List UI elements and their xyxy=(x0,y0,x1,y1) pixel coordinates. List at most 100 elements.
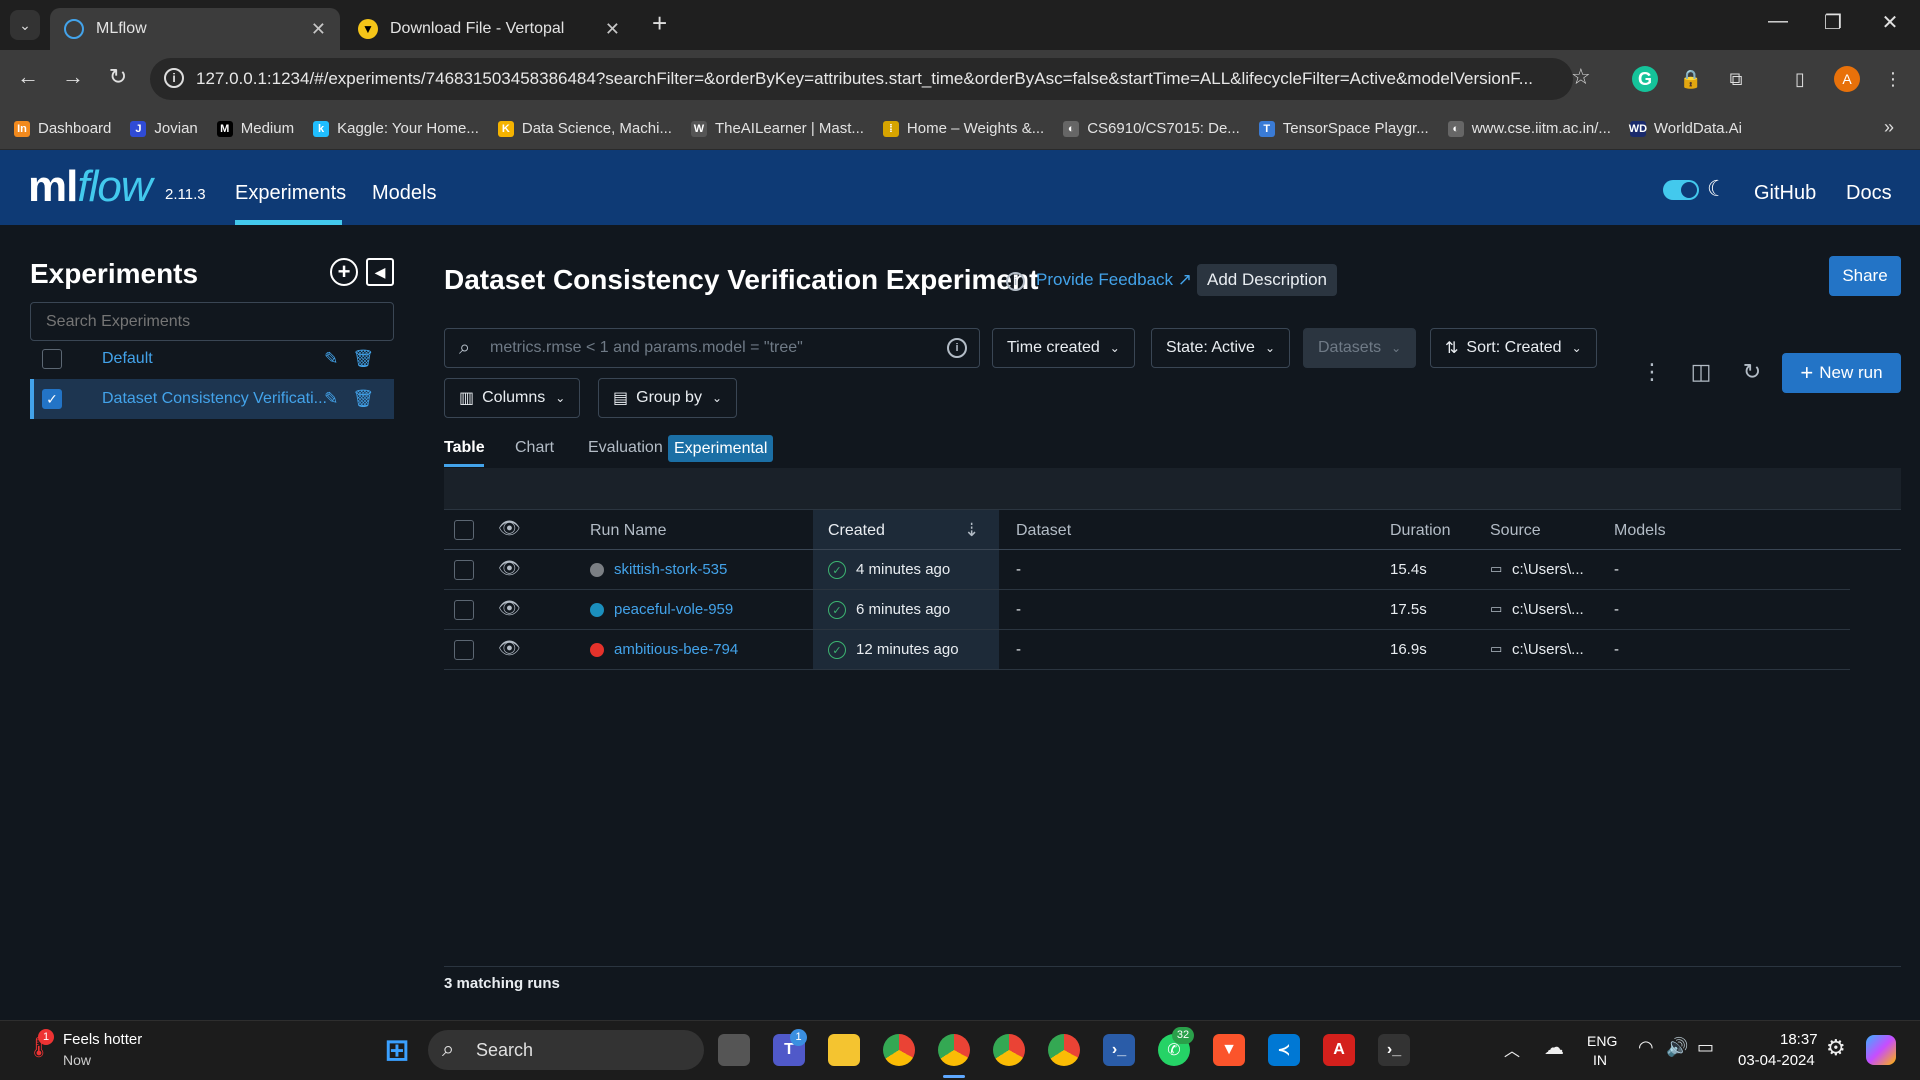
minimize-icon[interactable]: — xyxy=(1758,10,1798,33)
brave-icon[interactable]: ▼ xyxy=(1213,1034,1245,1066)
col-created[interactable]: Created xyxy=(828,522,885,540)
lock-extension-icon[interactable]: 🔒 xyxy=(1678,66,1704,92)
time-created-dropdown[interactable]: Time created ⌄ xyxy=(992,328,1135,368)
acrobat-icon[interactable]: A xyxy=(1323,1034,1355,1066)
puzzle-extensions-icon[interactable]: ⧉ xyxy=(1723,66,1749,92)
powershell-icon[interactable]: ›_ xyxy=(1103,1034,1135,1066)
browser-menu-icon[interactable]: ⋮ xyxy=(1880,66,1906,92)
table-row[interactable]: 👁 skittish-stork-535 ✓ 4 minutes ago - 15.4s ▭… xyxy=(444,550,1850,590)
forward-arrow-icon[interactable]: → xyxy=(58,64,88,90)
chrome-alt2-icon[interactable] xyxy=(1048,1034,1080,1066)
experiment-checkbox[interactable] xyxy=(42,349,62,369)
visibility-eye-icon[interactable]: 👁 xyxy=(498,638,521,659)
terminal-icon[interactable]: ›_ xyxy=(1378,1034,1410,1066)
experiment-name[interactable]: Default xyxy=(102,350,153,368)
settings-gear-icon[interactable]: ⚙ xyxy=(1826,1035,1846,1061)
battery-icon[interactable]: ▭ xyxy=(1697,1037,1714,1058)
language-top[interactable]: ENG xyxy=(1587,1033,1617,1049)
col-duration[interactable]: Duration xyxy=(1390,522,1450,540)
tab-table[interactable]: Table xyxy=(444,439,485,457)
visibility-eye-icon[interactable]: 👁 xyxy=(498,598,521,619)
run-name-link[interactable]: ambitious-bee-794 xyxy=(614,641,738,658)
run-source[interactable]: c:\Users\... xyxy=(1512,601,1584,618)
table-row[interactable]: 👁 peaceful-vole-959 ✓ 6 minutes ago - 17.5s ▭ c… xyxy=(444,590,1850,630)
visibility-eye-icon[interactable]: 👁 xyxy=(498,518,521,539)
side-panel-icon[interactable]: ▯ xyxy=(1787,66,1813,92)
edit-pencil-icon[interactable]: ✎ xyxy=(324,389,338,409)
table-row[interactable]: 👁 ambitious-bee-794 ✓ 12 minutes ago - 16.9s ▭… xyxy=(444,630,1850,670)
group-by-dropdown[interactable]: ▤ Group by ⌄ xyxy=(598,378,737,418)
col-dataset[interactable]: Dataset xyxy=(1016,522,1071,540)
run-name-link[interactable]: peaceful-vole-959 xyxy=(614,601,733,618)
refresh-icon[interactable]: ↻ xyxy=(1737,359,1767,385)
select-all-checkbox[interactable] xyxy=(454,520,474,540)
state-dropdown[interactable]: State: Active ⌄ xyxy=(1151,328,1290,368)
restore-icon[interactable]: ❐ xyxy=(1813,10,1853,35)
experiment-checkbox[interactable]: ✓ xyxy=(42,389,62,409)
run-color-dot[interactable] xyxy=(590,603,604,617)
more-options-icon[interactable]: ⋮ xyxy=(1637,359,1667,385)
run-source[interactable]: c:\Users\... xyxy=(1512,561,1584,578)
search-experiments-input[interactable] xyxy=(30,302,394,341)
new-tab-button[interactable]: + xyxy=(652,8,667,39)
nav-models[interactable]: Models xyxy=(372,182,436,205)
tab-chart[interactable]: Chart xyxy=(515,439,554,457)
run-checkbox[interactable] xyxy=(454,640,474,660)
bookmark-item[interactable]: ⁞ Home – Weights &... xyxy=(882,120,1044,137)
bookmark-item[interactable]: ◐ CS6910/CS7015: De... xyxy=(1063,120,1240,137)
run-checkbox[interactable] xyxy=(454,560,474,580)
toggle-side-panel-icon[interactable]: ◫ xyxy=(1686,359,1716,385)
mlflow-logo[interactable]: mlflow xyxy=(28,162,153,212)
sort-desc-icon[interactable]: ⇣ xyxy=(964,520,979,541)
volume-icon[interactable]: 🔊 xyxy=(1666,1037,1688,1058)
tab-evaluation[interactable]: Evaluation xyxy=(588,439,663,457)
col-models[interactable]: Models xyxy=(1614,522,1666,540)
language-bottom[interactable]: IN xyxy=(1593,1052,1607,1068)
col-source[interactable]: Source xyxy=(1490,522,1541,540)
grammarly-extension-icon[interactable]: G xyxy=(1632,66,1658,92)
collapse-sidebar-icon[interactable]: ◀ xyxy=(366,258,394,286)
clock-time[interactable]: 18:37 xyxy=(1780,1031,1818,1048)
copilot-icon[interactable] xyxy=(1866,1035,1896,1065)
run-source[interactable]: c:\Users\... xyxy=(1512,641,1584,658)
visibility-eye-icon[interactable]: 👁 xyxy=(498,558,521,579)
experiment-info-icon[interactable]: i xyxy=(1006,272,1025,291)
address-bar[interactable]: i 127.0.0.1:1234/#/experiments/746831503… xyxy=(150,58,1573,100)
bookmark-star-icon[interactable]: ☆ xyxy=(1571,64,1591,90)
dark-mode-toggle[interactable] xyxy=(1663,180,1699,200)
chrome-icon[interactable] xyxy=(883,1034,915,1066)
bookmark-item[interactable]: K Data Science, Machi... xyxy=(497,120,672,137)
columns-dropdown[interactable]: ▥ Columns ⌄ xyxy=(444,378,581,418)
bookmark-item[interactable]: M Medium xyxy=(216,120,294,137)
github-link[interactable]: GitHub xyxy=(1754,182,1816,205)
edit-pencil-icon[interactable]: ✎ xyxy=(324,349,338,369)
col-run-name[interactable]: Run Name xyxy=(590,522,666,540)
new-run-button[interactable]: + New run xyxy=(1782,353,1901,393)
share-button[interactable]: Share xyxy=(1829,256,1901,296)
datasets-dropdown[interactable]: Datasets ⌄ xyxy=(1303,328,1417,368)
back-arrow-icon[interactable]: ← xyxy=(13,64,43,90)
reload-icon[interactable]: ↻ xyxy=(103,64,133,90)
run-checkbox[interactable] xyxy=(454,600,474,620)
vscode-icon[interactable]: ≺ xyxy=(1268,1034,1300,1066)
browser-tab-vertopal[interactable]: ▼ Download File - Vertopal ✕ xyxy=(344,8,634,50)
tab-search-chevron-icon[interactable]: ⌄ xyxy=(10,10,40,40)
experiment-item-default[interactable]: Default ✎ 🗑 xyxy=(30,339,394,379)
experiment-item-dataset-consistency[interactable]: ✓ Dataset Consistency Verificati... ✎ 🗑 xyxy=(30,379,394,419)
chrome-profile-icon[interactable] xyxy=(938,1034,970,1066)
clock-date[interactable]: 03-04-2024 xyxy=(1738,1052,1815,1069)
run-color-dot[interactable] xyxy=(590,643,604,657)
nav-experiments[interactable]: Experiments xyxy=(235,182,346,205)
task-view-icon[interactable] xyxy=(718,1034,750,1066)
windows-start-icon[interactable]: ⊞ xyxy=(381,1034,413,1067)
taskbar-search[interactable]: ⌕ Search xyxy=(428,1030,704,1070)
runs-search-input[interactable]: ⌕ metrics.rmse < 1 and params.model = "t… xyxy=(444,328,980,368)
docs-link[interactable]: Docs xyxy=(1846,182,1892,205)
add-experiment-icon[interactable]: + xyxy=(330,258,358,286)
more-bookmarks-icon[interactable]: » xyxy=(1884,117,1894,138)
delete-trash-icon[interactable]: 🗑 xyxy=(352,389,374,409)
provide-feedback-link[interactable]: Provide Feedback ↗ xyxy=(1036,270,1192,290)
chrome-alt-icon[interactable] xyxy=(993,1034,1025,1066)
run-color-dot[interactable] xyxy=(590,563,604,577)
close-window-icon[interactable]: ✕ xyxy=(1870,10,1910,35)
